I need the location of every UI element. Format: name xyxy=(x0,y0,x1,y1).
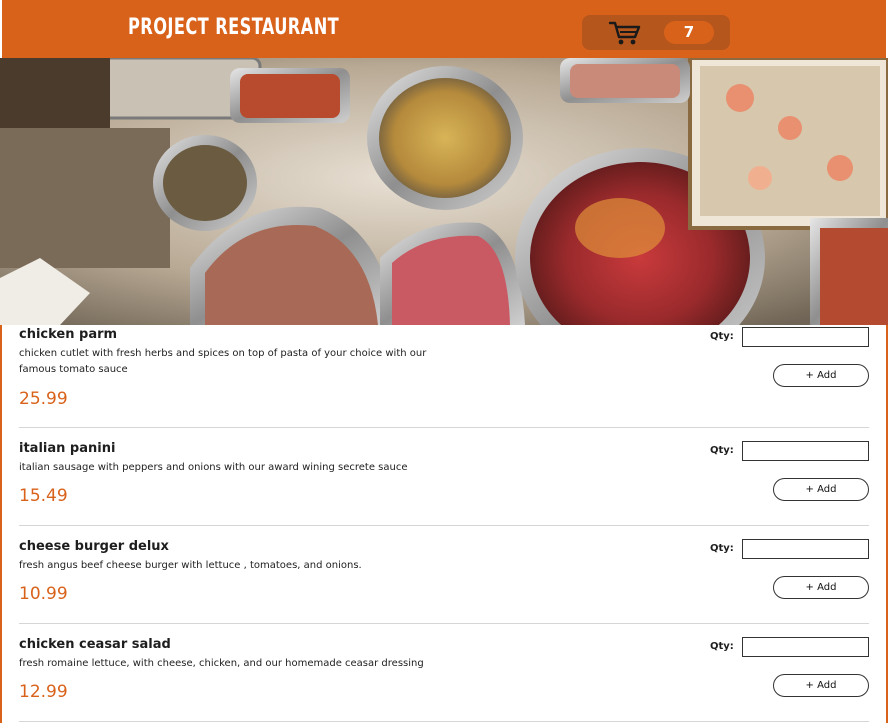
quantity-input[interactable] xyxy=(742,441,869,461)
item-price: 15.49 xyxy=(19,486,68,506)
item-description: fresh angus beef cheese burger with lett… xyxy=(19,560,362,571)
item-description: italian sausage with peppers and onions … xyxy=(19,462,408,473)
qty-label: Qty: xyxy=(710,331,734,342)
menu-item: chicken parm chicken cutlet with fresh h… xyxy=(19,325,869,428)
quantity-input[interactable] xyxy=(742,637,869,657)
menu-item: italian panini italian sausage with pepp… xyxy=(19,439,869,526)
item-name: chicken ceasar salad xyxy=(19,637,171,652)
item-price: 12.99 xyxy=(19,682,68,702)
brand-title[interactable]: PROJECT RESTAURANT xyxy=(128,14,339,42)
menu-item: chicken ceasar salad fresh romaine lettu… xyxy=(19,635,869,722)
item-price: 10.99 xyxy=(19,584,68,604)
buffet-photo xyxy=(0,58,888,325)
item-name: cheese burger delux xyxy=(19,539,169,554)
qty-label: Qty: xyxy=(710,641,734,652)
menu-list: chicken parm chicken cutlet with fresh h… xyxy=(0,325,888,723)
menu-item: cheese burger delux fresh angus beef che… xyxy=(19,537,869,624)
item-description: fresh romaine lettuce, with cheese, chic… xyxy=(19,658,424,669)
add-button[interactable]: + Add xyxy=(773,674,869,697)
header-bar: PROJECT RESTAURANT 7 xyxy=(0,0,888,58)
add-button[interactable]: + Add xyxy=(773,576,869,599)
page: PROJECT RESTAURANT 7 chicken parm chicke… xyxy=(0,0,888,723)
hero-food-image xyxy=(0,58,888,325)
quantity-input[interactable] xyxy=(742,327,869,347)
quantity-input[interactable] xyxy=(742,539,869,559)
qty-label: Qty: xyxy=(710,543,734,554)
item-name: italian panini xyxy=(19,441,116,456)
add-button[interactable]: + Add xyxy=(773,364,869,387)
qty-label: Qty: xyxy=(710,445,734,456)
item-name: chicken parm xyxy=(19,327,118,342)
cart-button[interactable]: 7 xyxy=(582,15,730,50)
cart-count-badge: 7 xyxy=(664,21,714,44)
add-button[interactable]: + Add xyxy=(773,478,869,501)
shopping-cart-icon xyxy=(608,21,641,45)
item-description: chicken cutlet with fresh herbs and spic… xyxy=(19,348,427,375)
item-price: 25.99 xyxy=(19,389,68,409)
